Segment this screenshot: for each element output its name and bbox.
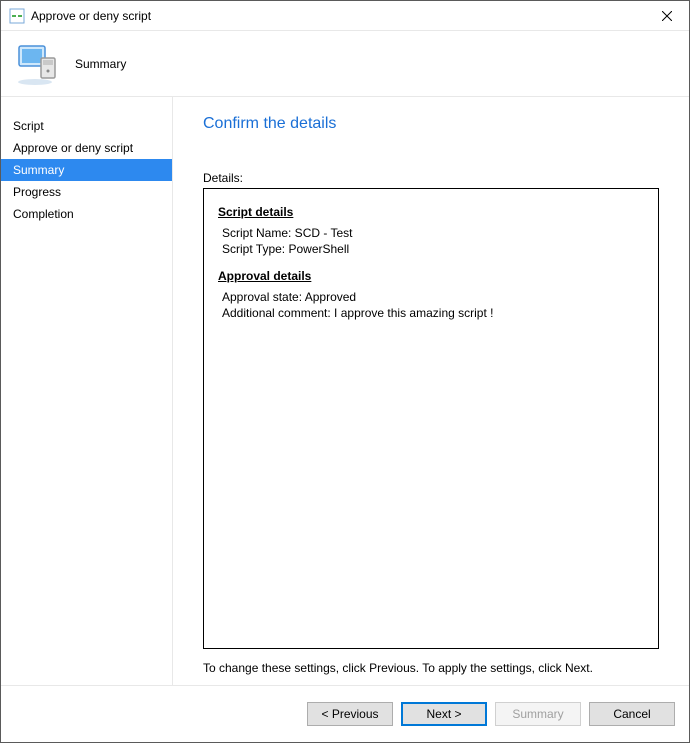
wizard-header: Summary	[1, 31, 689, 97]
close-button[interactable]	[644, 1, 689, 31]
script-details-heading: Script details	[218, 205, 644, 219]
approval-details-heading: Approval details	[218, 269, 644, 283]
summary-button: Summary	[495, 702, 581, 726]
previous-button[interactable]: < Previous	[307, 702, 393, 726]
sidebar-item-summary[interactable]: Summary	[1, 159, 172, 181]
details-label: Details:	[203, 171, 659, 185]
sidebar-item-completion[interactable]: Completion	[1, 203, 172, 225]
sidebar-item-approve-deny[interactable]: Approve or deny script	[1, 137, 172, 159]
content-pane: Confirm the details Details: Script deta…	[173, 97, 689, 685]
page-title: Confirm the details	[203, 115, 659, 133]
script-name-line: Script Name: SCD - Test	[222, 225, 644, 241]
cancel-button[interactable]: Cancel	[589, 702, 675, 726]
app-icon	[9, 8, 25, 24]
additional-comment-line: Additional comment: I approve this amazi…	[222, 305, 644, 321]
next-button[interactable]: Next >	[401, 702, 487, 726]
script-type-line: Script Type: PowerShell	[222, 241, 644, 257]
computer-icon	[13, 40, 61, 88]
hint-text: To change these settings, click Previous…	[203, 661, 659, 675]
main-area: Script Approve or deny script Summary Pr…	[1, 97, 689, 686]
sidebar-item-script[interactable]: Script	[1, 115, 172, 137]
sidebar-item-progress[interactable]: Progress	[1, 181, 172, 203]
approval-state-line: Approval state: Approved	[222, 289, 644, 305]
wizard-footer: < Previous Next > Summary Cancel	[1, 686, 689, 742]
window-title: Approve or deny script	[31, 9, 151, 23]
titlebar: Approve or deny script	[1, 1, 689, 31]
wizard-steps-sidebar: Script Approve or deny script Summary Pr…	[1, 97, 173, 685]
close-icon	[662, 11, 672, 21]
header-title: Summary	[75, 57, 126, 71]
details-box: Script details Script Name: SCD - Test S…	[203, 188, 659, 649]
